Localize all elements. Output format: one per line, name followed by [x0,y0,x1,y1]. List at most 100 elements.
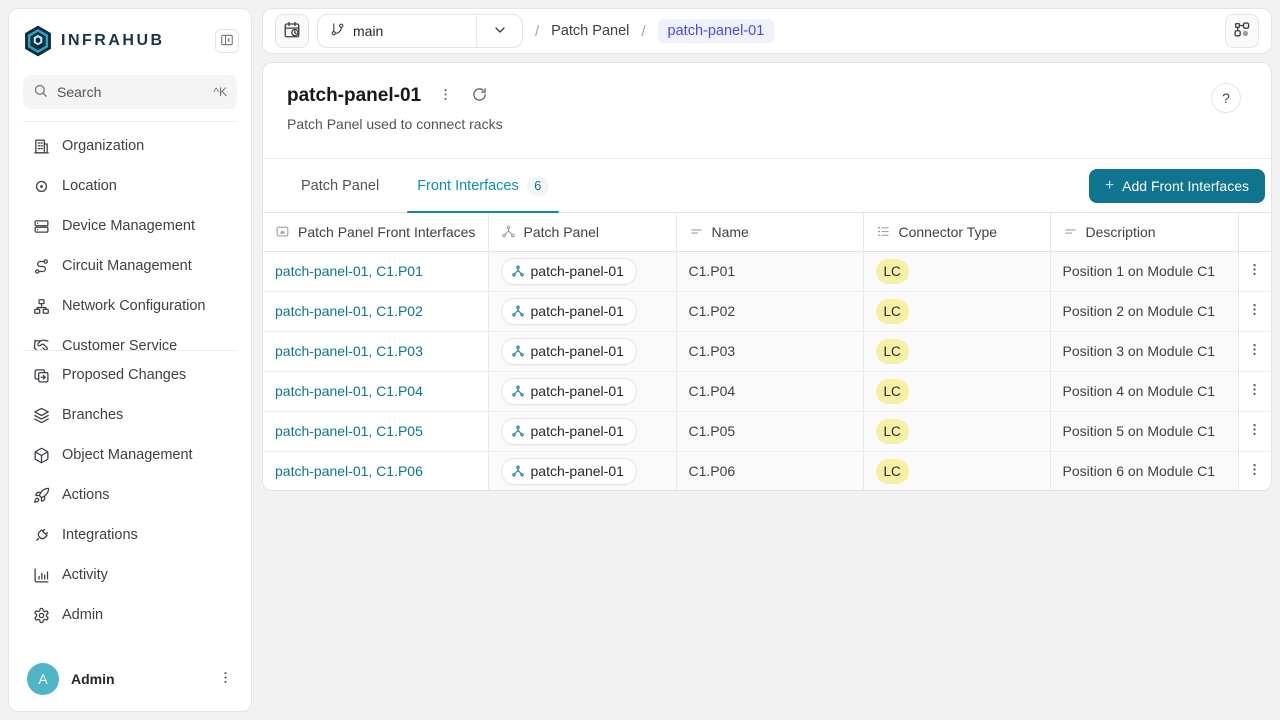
table-row: patch-panel-01, C1.P03patch-panel-01C1.P… [263,331,1271,371]
text-icon [689,224,704,239]
chip-label: patch-panel-01 [531,303,624,319]
column-header-label: Patch Panel Front Interfaces [298,224,475,240]
row-actions-button[interactable] [1243,419,1267,443]
sidebar-item-location[interactable]: Location [9,166,251,206]
sidebar-collapse-button[interactable] [215,29,239,53]
time-travel-button[interactable] [275,14,309,48]
sidebar-item-customer-service[interactable]: Customer Service [9,326,251,350]
branch-selector[interactable]: main [317,14,523,48]
patch-panel-chip[interactable]: patch-panel-01 [501,258,637,285]
object-header: patch-panel-01 Patch Panel used to conne… [263,63,1271,158]
sidebar-item-label: Location [62,178,117,194]
breadcrumb-item-current[interactable]: patch-panel-01 [658,19,775,43]
row-link[interactable]: patch-panel-01, C1.P04 [275,383,423,399]
hierarchy-icon [511,344,525,358]
sidebar-item-label: Network Configuration [62,298,205,314]
kebab-icon [218,670,233,688]
column-header-patch-panel: Patch Panel [488,213,676,251]
cell-name: C1.P02 [689,303,736,319]
tabbar: Patch Panel Front Interfaces 6 + Add Fro… [263,158,1271,213]
branch-selector-toggle[interactable] [476,15,522,47]
plus-icon: + [1105,177,1114,195]
plug-icon [33,527,50,544]
sidebar-item-label: Organization [62,138,144,154]
patch-panel-chip[interactable]: patch-panel-01 [501,458,637,485]
sidebar: INFRAHUB Search ^K OrganizationLocationD… [8,8,252,712]
layers-icon [33,407,50,424]
sidebar-item-object-management[interactable]: Object Management [9,435,251,475]
column-header-label: Patch Panel [524,224,600,240]
column-header-label: Description [1086,224,1156,240]
cell-description: Position 6 on Module C1 [1063,463,1216,479]
tab-front-interfaces[interactable]: Front Interfaces 6 [407,159,559,212]
chip-label: patch-panel-01 [531,383,624,399]
row-link[interactable]: patch-panel-01, C1.P06 [275,463,423,479]
sidebar-item-actions[interactable]: Actions [9,475,251,515]
refresh-icon [472,87,487,105]
patch-panel-chip[interactable]: patch-panel-01 [501,378,637,405]
cell-name: C1.P01 [689,263,736,279]
branch-name: main [353,23,383,39]
search-input[interactable]: Search ^K [23,75,237,109]
row-link[interactable]: patch-panel-01, C1.P03 [275,343,423,359]
hierarchy-icon [511,264,525,278]
title-menu-button[interactable] [435,86,455,106]
handshake-icon [33,338,50,351]
tab-patch-panel[interactable]: Patch Panel [291,159,389,212]
add-button-label: Add Front Interfaces [1122,178,1249,194]
sidebar-item-branches[interactable]: Branches [9,395,251,435]
sidebar-item-admin[interactable]: Admin [9,595,251,635]
cell-description: Position 2 on Module C1 [1063,303,1216,319]
sidebar-item-circuit-management[interactable]: Circuit Management [9,246,251,286]
sidebar-item-proposed-changes[interactable]: Proposed Changes [9,355,251,395]
breadcrumb-separator: / [535,23,539,40]
search-shortcut: ^K [213,85,227,99]
user-menu-button[interactable] [213,667,237,691]
sidebar-item-activity[interactable]: Activity [9,555,251,595]
page-description: Patch Panel used to connect racks [287,116,1247,132]
row-link[interactable]: patch-panel-01, C1.P02 [275,303,423,319]
hierarchy-icon [501,224,516,239]
cell-description: Position 5 on Module C1 [1063,423,1216,439]
avatar[interactable]: A [27,663,59,695]
refresh-button[interactable] [469,86,489,106]
patch-panel-chip[interactable]: patch-panel-01 [501,418,637,445]
sidebar-item-integrations[interactable]: Integrations [9,515,251,555]
table-row: patch-panel-01, C1.P05patch-panel-01C1.P… [263,411,1271,451]
sidebar-item-label: Circuit Management [62,258,192,274]
patch-panel-chip[interactable]: patch-panel-01 [501,338,637,365]
help-button[interactable]: ? [1211,83,1241,113]
row-actions-button[interactable] [1243,379,1267,403]
row-actions-button[interactable] [1243,459,1267,483]
box-icon [33,447,50,464]
sidebar-item-organization[interactable]: Organization [9,126,251,166]
patch-panel-chip[interactable]: patch-panel-01 [501,298,637,325]
breadcrumb-item-patch-panel[interactable]: Patch Panel [551,23,629,39]
row-actions-button[interactable] [1243,339,1267,363]
connector-type-badge: LC [876,459,909,484]
panel-collapse-icon [220,33,234,50]
table-row: patch-panel-01, C1.P02 patch-panel-01 C1.P… [263,291,1271,331]
graphql-sandbox-button[interactable] [1225,14,1259,48]
infrahub-logo-icon [23,25,53,57]
column-header-description: Description [1050,213,1238,251]
chip-label: patch-panel-01 [531,423,624,439]
kebab-icon [438,87,453,105]
column-header-label: Connector Type [899,224,998,240]
locate-icon [33,178,50,195]
sidebar-item-device-management[interactable]: Device Management [9,206,251,246]
row-actions-button[interactable] [1243,259,1267,283]
row-link[interactable]: patch-panel-01, C1.P01 [275,263,423,279]
table-row: patch-panel-01, C1.P01 patch-panel-01 C1.P… [263,251,1271,291]
search-icon [33,83,57,101]
tab-count-badge: 6 [527,176,549,196]
sidebar-item-label: Actions [62,487,110,503]
sidebar-item-network-configuration[interactable]: Network Configuration [9,286,251,326]
row-actions-button[interactable] [1243,299,1267,323]
calendar-clock-icon [283,21,301,42]
user-name: Admin [71,671,213,687]
add-front-interfaces-button[interactable]: + Add Front Interfaces [1089,169,1265,203]
row-link[interactable]: patch-panel-01, C1.P05 [275,423,423,439]
column-header-actions [1238,213,1271,251]
cell-name: C1.P06 [689,463,736,479]
